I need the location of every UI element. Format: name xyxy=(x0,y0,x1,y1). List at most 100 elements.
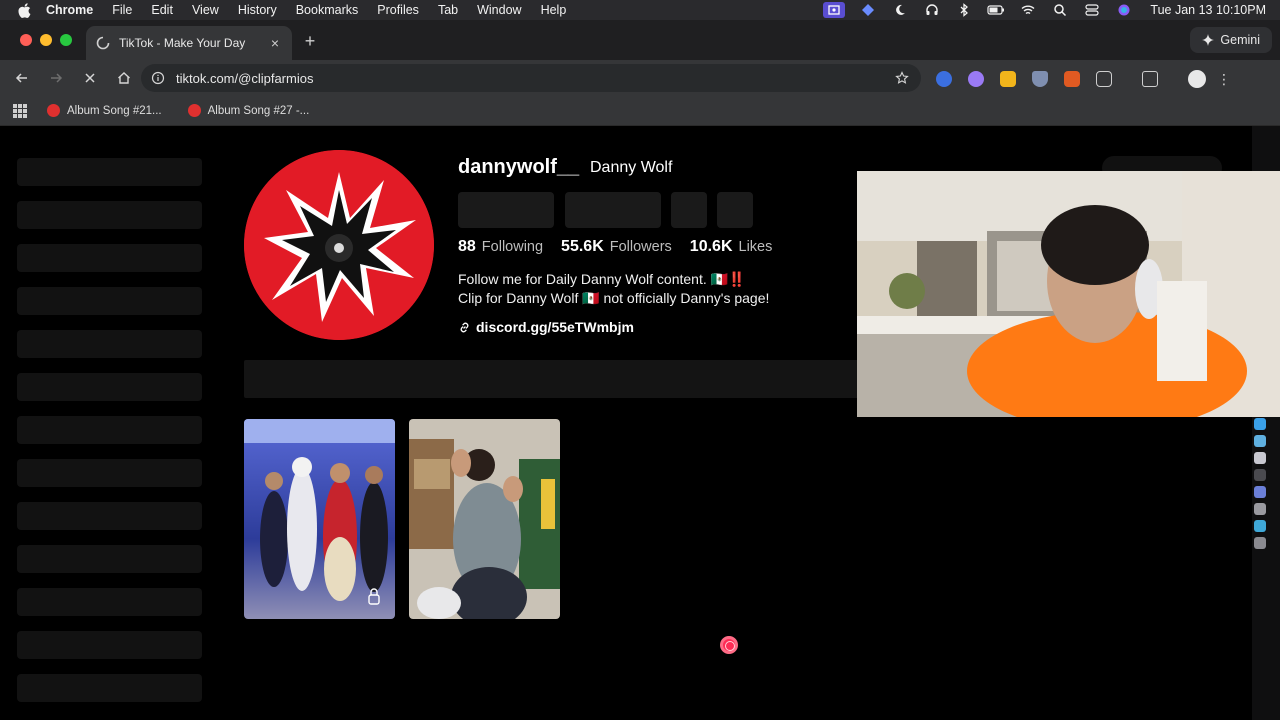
sidebar-skeleton xyxy=(17,631,202,659)
zoom-window-button[interactable] xyxy=(60,34,72,46)
screen-recorder-icon[interactable] xyxy=(823,2,846,18)
browser-toolbar: tiktok.com/@clipfarmios ⋮ xyxy=(0,60,1280,96)
puzzle-piece-icon[interactable] xyxy=(1096,71,1112,87)
app-icon[interactable] xyxy=(1254,503,1266,515)
followers-count: 55.6K xyxy=(561,238,604,255)
browser-tab-bar: TikTok - Make Your Day × + Gemini xyxy=(0,20,1280,60)
apps-grid-icon[interactable] xyxy=(13,103,27,118)
menu-profiles[interactable]: Profiles xyxy=(377,3,419,17)
menubar-clock[interactable]: Tue Jan 13 10:10PM xyxy=(1150,3,1266,17)
profile-display-name: Danny Wolf xyxy=(590,159,673,176)
following-stat[interactable]: 88 Following xyxy=(458,238,543,256)
extension-purple-icon[interactable] xyxy=(968,71,984,87)
forward-arrow-icon[interactable] xyxy=(48,70,64,86)
menu-view[interactable]: View xyxy=(192,3,219,17)
wifi-icon[interactable] xyxy=(1019,3,1037,17)
sidebar-skeleton xyxy=(17,416,202,444)
followers-label: Followers xyxy=(609,239,672,255)
back-arrow-icon[interactable] xyxy=(14,70,30,86)
profile-username: dannywolf__ xyxy=(458,156,580,178)
close-window-button[interactable] xyxy=(20,34,32,46)
battery-icon[interactable] xyxy=(987,3,1005,17)
profile-link-text: discord.gg/55eTWmbjm xyxy=(476,319,634,335)
sidebar-skeleton xyxy=(17,244,202,272)
button-skeleton xyxy=(565,192,661,228)
app-icon[interactable] xyxy=(1254,435,1266,447)
sidebar-skeleton xyxy=(17,545,202,573)
app-icon[interactable] xyxy=(1254,469,1266,481)
menu-tab[interactable]: Tab xyxy=(438,3,458,17)
menu-file[interactable]: File xyxy=(112,3,132,17)
bio-line: Follow me for Daily Danny Wolf content. … xyxy=(458,271,746,287)
headphones-icon[interactable] xyxy=(923,3,941,17)
video-thumbnail[interactable] xyxy=(244,419,395,619)
menu-window[interactable]: Window xyxy=(477,3,521,17)
bookmark-favicon-icon xyxy=(187,104,201,117)
app-icon[interactable] xyxy=(1254,452,1266,464)
minimize-window-button[interactable] xyxy=(40,34,52,46)
apple-icon[interactable] xyxy=(18,2,34,18)
active-tab[interactable]: TikTok - Make Your Day × xyxy=(86,26,292,60)
dock-side-icons xyxy=(1254,418,1270,549)
url-text[interactable]: tiktok.com/@clipfarmios xyxy=(176,71,313,86)
home-icon[interactable] xyxy=(116,70,132,86)
menu-edit[interactable]: Edit xyxy=(151,3,173,17)
profile-avatar[interactable] xyxy=(244,150,434,340)
sidebar-skeleton xyxy=(17,158,202,186)
bio-line: Clip for Danny Wolf 🇲🇽 not officially Da… xyxy=(458,290,770,306)
bookmark-label: Album Song #27 -... xyxy=(207,104,310,117)
bookmark-favicon-icon xyxy=(47,104,60,117)
following-count: 88 xyxy=(458,238,476,255)
button-skeleton xyxy=(717,192,753,228)
reading-mode-icon[interactable] xyxy=(1142,71,1158,87)
extension-yellow-icon[interactable] xyxy=(1000,71,1016,87)
app-icon[interactable] xyxy=(1254,520,1266,532)
control-center-icon[interactable] xyxy=(1083,3,1101,17)
likes-label: Likes xyxy=(738,239,773,255)
bookmark-label: Album Song #21... xyxy=(67,104,162,117)
extensions-area: ⋮ xyxy=(936,70,1231,88)
likes-stat: 10.6K Likes xyxy=(690,238,773,256)
trash-icon[interactable] xyxy=(1254,537,1266,549)
profile-stats: 88 Following 55.6K Followers 10.6K Likes xyxy=(458,238,772,256)
moon-icon[interactable] xyxy=(891,3,909,17)
menu-app-name[interactable]: Chrome xyxy=(46,3,93,17)
sidebar-skeleton xyxy=(17,330,202,358)
sidebar-skeleton xyxy=(17,588,202,616)
new-tab-button[interactable]: + xyxy=(302,31,318,52)
shield-icon[interactable] xyxy=(1032,71,1048,87)
gemini-button[interactable]: Gemini xyxy=(1190,27,1272,53)
extension-orange-icon[interactable] xyxy=(1064,71,1080,87)
stop-loading-icon[interactable] xyxy=(82,70,98,86)
more-menu-icon[interactable]: ⋮ xyxy=(1217,71,1231,87)
webcam-overlay xyxy=(857,171,1280,417)
profile-avatar-icon[interactable] xyxy=(1188,70,1206,88)
address-bar[interactable]: tiktok.com/@clipfarmios xyxy=(141,64,921,92)
bookmark-star-icon[interactable] xyxy=(895,71,909,85)
tab-title: TikTok - Make Your Day xyxy=(119,36,246,50)
diamond-app-icon[interactable] xyxy=(859,3,877,17)
siri-icon[interactable] xyxy=(1115,3,1133,17)
profile-link[interactable]: discord.gg/55eTWmbjm xyxy=(458,319,634,335)
button-skeleton xyxy=(671,192,707,228)
search-icon[interactable] xyxy=(1051,3,1069,17)
button-skeleton xyxy=(458,192,554,228)
followers-stat[interactable]: 55.6K Followers xyxy=(561,238,672,256)
site-info-icon[interactable] xyxy=(151,71,165,85)
sidebar-skeleton xyxy=(17,373,202,401)
tab-close-icon[interactable]: × xyxy=(268,35,282,51)
extension-blue-icon[interactable] xyxy=(936,71,952,87)
bookmark-item[interactable]: Album Song #21... xyxy=(47,104,162,117)
app-icon[interactable] xyxy=(1254,486,1266,498)
video-thumbnail[interactable] xyxy=(409,419,560,619)
sidebar-skeleton xyxy=(17,287,202,315)
macos-menu-bar: Chrome File Edit View History Bookmarks … xyxy=(0,0,1280,20)
bluetooth-icon[interactable] xyxy=(955,3,973,17)
menu-help[interactable]: Help xyxy=(541,3,567,17)
window-controls xyxy=(20,34,72,46)
likes-count: 10.6K xyxy=(689,238,733,255)
bookmark-item[interactable]: Album Song #27 -... xyxy=(187,104,310,117)
menu-history[interactable]: History xyxy=(238,3,277,17)
app-icon[interactable] xyxy=(1254,418,1266,430)
menu-bookmarks[interactable]: Bookmarks xyxy=(296,3,359,17)
